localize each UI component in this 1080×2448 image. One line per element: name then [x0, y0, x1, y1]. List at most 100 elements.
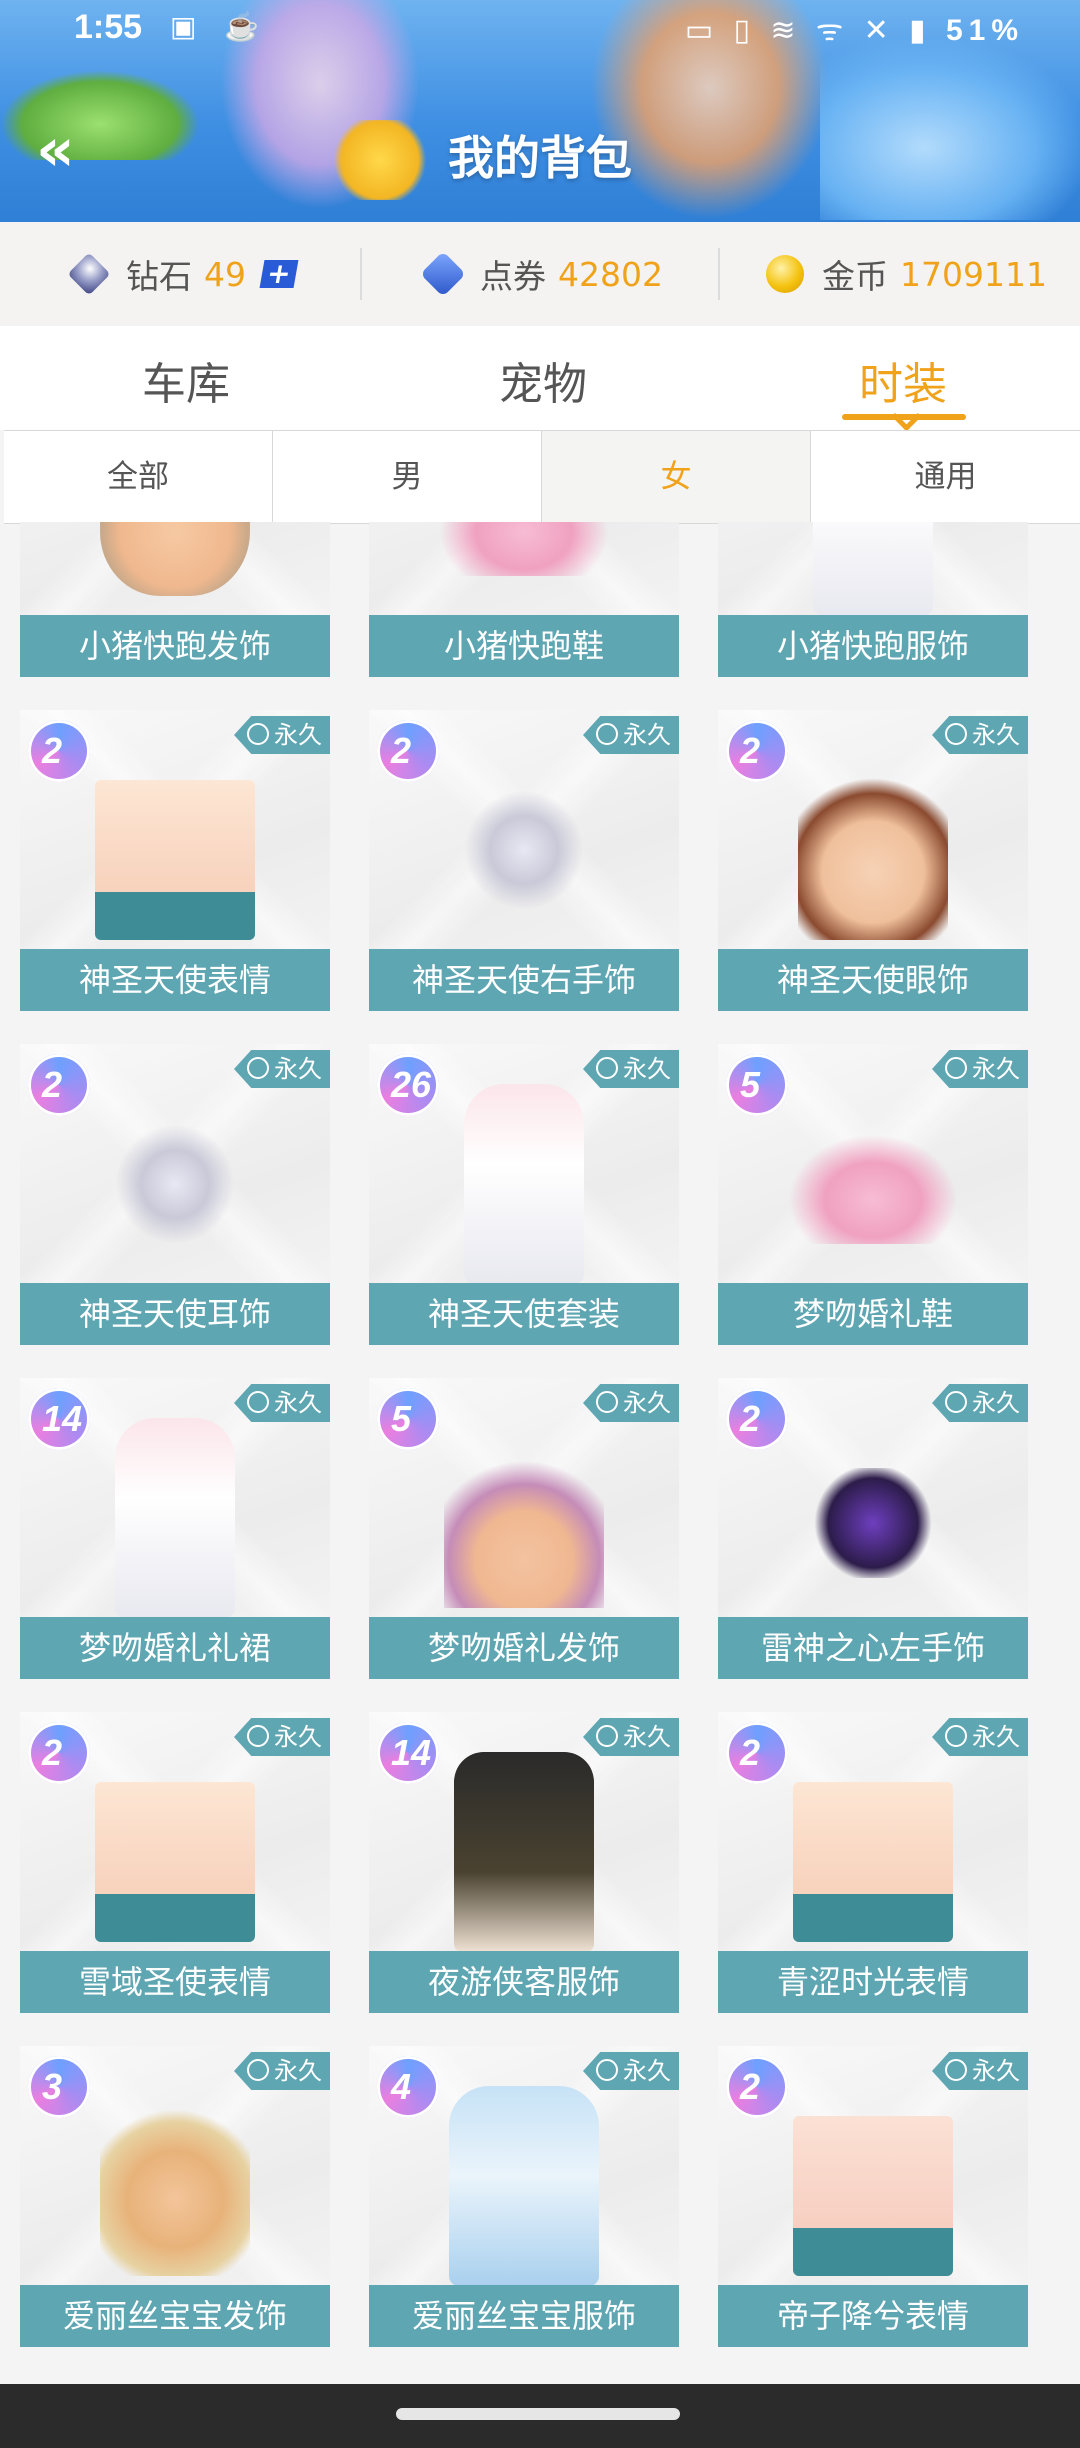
level-badge-icon: 2 — [28, 1054, 90, 1116]
clock-icon — [945, 2059, 967, 2081]
permanent-badge-label: 永久 — [972, 721, 1020, 749]
item-card[interactable]: 2 永久 神圣天使眼饰 — [718, 710, 1028, 1011]
item-image — [464, 1084, 584, 1284]
tab-pets[interactable]: 宠物 — [443, 348, 643, 412]
item-name: 雪域圣使表情 — [20, 1951, 330, 2013]
item-image — [95, 780, 255, 940]
gender-filter-tabs: 全部 男 女 通用 — [4, 430, 1080, 524]
level-badge-value: 2 — [42, 1064, 63, 1105]
item-name: 神圣天使表情 — [20, 949, 330, 1011]
permanent-badge: 永久 — [932, 716, 1028, 754]
item-image — [115, 1124, 235, 1244]
level-badge-value: 2 — [740, 1398, 761, 1439]
clock-icon — [247, 723, 269, 745]
clock-icon — [596, 723, 618, 745]
item-card[interactable]: 小猪快跑服饰 — [718, 522, 1028, 677]
level-badge-value: 5 — [391, 1398, 412, 1439]
diamond-icon — [67, 252, 111, 296]
clock-icon — [945, 1391, 967, 1413]
subtab-male[interactable]: 男 — [273, 431, 542, 523]
level-badge-value: 2 — [42, 730, 63, 771]
level-badge-value: 14 — [391, 1732, 432, 1773]
diamond-value: 49 — [204, 254, 246, 294]
clock-icon — [247, 1725, 269, 1747]
level-badge-value: 2 — [740, 1732, 761, 1773]
voucher-balance: 点券 42802 — [420, 222, 663, 326]
level-badge-icon: 14 — [28, 1388, 90, 1450]
level-badge-icon: 2 — [28, 720, 90, 782]
item-card[interactable]: 2 永久帝子降兮表情 — [718, 2046, 1028, 2347]
item-image — [788, 1134, 958, 1244]
item-image — [439, 522, 609, 576]
item-card[interactable]: 14 永久 梦吻婚礼礼裙 — [20, 1378, 330, 1679]
clock-icon — [596, 1057, 618, 1079]
permanent-badge: 永久 — [583, 716, 679, 754]
level-badge-value: 14 — [42, 1398, 83, 1439]
clock-icon — [596, 1391, 618, 1413]
permanent-badge-label: 永久 — [972, 1723, 1020, 1751]
item-card[interactable]: 2 永久 青涩时光表情 — [718, 1712, 1028, 2013]
clock-icon — [247, 2059, 269, 2081]
item-name: 小猪快跑鞋 — [369, 615, 679, 677]
gold-balance: 金币 1709111 — [766, 222, 1047, 326]
item-name: 夜游侠客服饰 — [369, 1951, 679, 2013]
item-name: 小猪快跑服饰 — [718, 615, 1028, 677]
add-diamond-button[interactable]: + — [259, 257, 299, 290]
subtab-common[interactable]: 通用 — [811, 431, 1080, 523]
item-image — [813, 522, 933, 616]
status-system-icons: ▭ ▯ ≋ ᯤ ✕ ▮ 51% — [685, 8, 1024, 49]
permanent-badge: 永久 — [583, 1384, 679, 1422]
item-card[interactable]: 2 永久神圣天使耳饰 — [20, 1044, 330, 1345]
item-card[interactable]: 26 永久 神圣天使套装 — [369, 1044, 679, 1345]
clock-icon — [945, 1725, 967, 1747]
level-badge-value: 2 — [42, 1732, 63, 1773]
tab-garage[interactable]: 车库 — [86, 348, 286, 412]
gold-value: 1709111 — [900, 254, 1047, 294]
item-name: 神圣天使耳饰 — [20, 1283, 330, 1345]
diamond-balance: 钻石 49 + — [67, 222, 299, 326]
item-card[interactable]: 3 永久 爱丽丝宝宝发饰 — [20, 2046, 330, 2347]
item-name: 梦吻婚礼鞋 — [718, 1283, 1028, 1345]
currency-bar: 钻石 49 + 点券 42802 金币 1709111 — [0, 222, 1080, 327]
item-image — [464, 790, 584, 910]
item-card[interactable]: 2 永久雪域圣使表情 — [20, 1712, 330, 2013]
permanent-badge: 永久 — [583, 1050, 679, 1088]
permanent-badge-label: 永久 — [623, 1055, 671, 1083]
subtab-female[interactable]: 女 — [542, 431, 811, 523]
item-card[interactable]: 2 永久 神圣天使右手饰 — [369, 710, 679, 1011]
tab-fashion[interactable]: 时装 — [803, 348, 1003, 412]
permanent-badge-label: 永久 — [274, 1723, 322, 1751]
level-badge-value: 2 — [740, 2066, 761, 2107]
voucher-icon — [420, 251, 466, 297]
permanent-badge-label: 永久 — [274, 2057, 322, 2085]
clock-icon — [247, 1057, 269, 1079]
home-gesture-handle[interactable] — [396, 2408, 680, 2420]
item-card[interactable]: 5 永久 梦吻婚礼鞋 — [718, 1044, 1028, 1345]
item-name: 帝子降兮表情 — [718, 2285, 1028, 2347]
permanent-badge: 永久 — [234, 1718, 330, 1756]
permanent-badge: 永久 — [583, 2052, 679, 2090]
item-name: 梦吻婚礼礼裙 — [20, 1617, 330, 1679]
item-card[interactable]: 小猪快跑发饰 — [20, 522, 330, 677]
permanent-badge: 永久 — [932, 1050, 1028, 1088]
category-tabs: 车库 宠物 时装 — [0, 326, 1080, 430]
permanent-badge-label: 永久 — [623, 1389, 671, 1417]
level-badge-icon: 2 — [726, 2056, 788, 2118]
permanent-badge-label: 永久 — [274, 721, 322, 749]
permanent-badge-label: 永久 — [274, 1055, 322, 1083]
subtab-all[interactable]: 全部 — [4, 431, 273, 523]
level-badge-icon: 14 — [377, 1722, 439, 1784]
item-card[interactable]: 2 永久神圣天使表情 — [20, 710, 330, 1011]
permanent-badge: 永久 — [932, 2052, 1028, 2090]
item-card[interactable]: 5 永久梦吻婚礼发饰 — [369, 1378, 679, 1679]
item-card[interactable]: 4 永久 爱丽丝宝宝服饰 — [369, 2046, 679, 2347]
status-time: 1:55 — [74, 8, 143, 46]
system-nav-bar — [0, 2384, 1080, 2448]
status-indicator-icons: ▭ ▯ ≋ ᯤ ✕ ▮ — [684, 14, 932, 47]
permanent-badge: 永久 — [234, 716, 330, 754]
item-name: 梦吻婚礼发饰 — [369, 1617, 679, 1679]
item-image — [115, 1418, 235, 1618]
item-card[interactable]: 14 永久 夜游侠客服饰 — [369, 1712, 679, 2013]
item-card[interactable]: 小猪快跑鞋 — [369, 522, 679, 677]
item-card[interactable]: 2 永久 雷神之心左手饰 — [718, 1378, 1028, 1679]
